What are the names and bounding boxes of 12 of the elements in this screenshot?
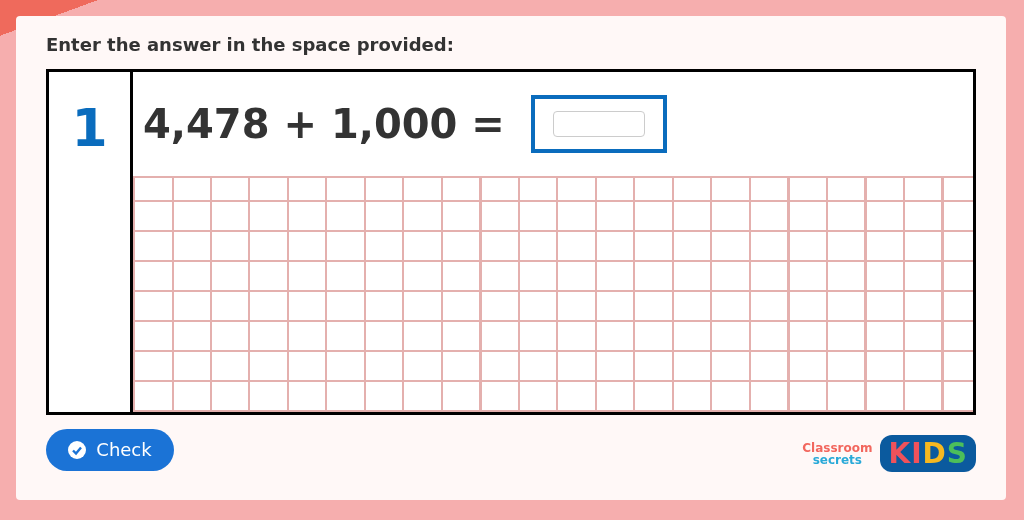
equation-text: 4,478 + 1,000 = [143,101,505,147]
logo-letter: D [922,437,947,470]
answer-field[interactable] [552,111,645,137]
check-circle-icon [68,440,87,459]
logo-text: Classroom [802,441,873,454]
logo-text: secrets [812,453,862,466]
instruction-text: Enter the answer in the space provided: [46,34,455,55]
logo-letter: I [911,437,923,470]
logo-letter: S [946,437,968,470]
logo-letter: K [888,437,912,470]
question-number: 1 [71,98,108,160]
check-button[interactable]: Check [46,428,174,471]
